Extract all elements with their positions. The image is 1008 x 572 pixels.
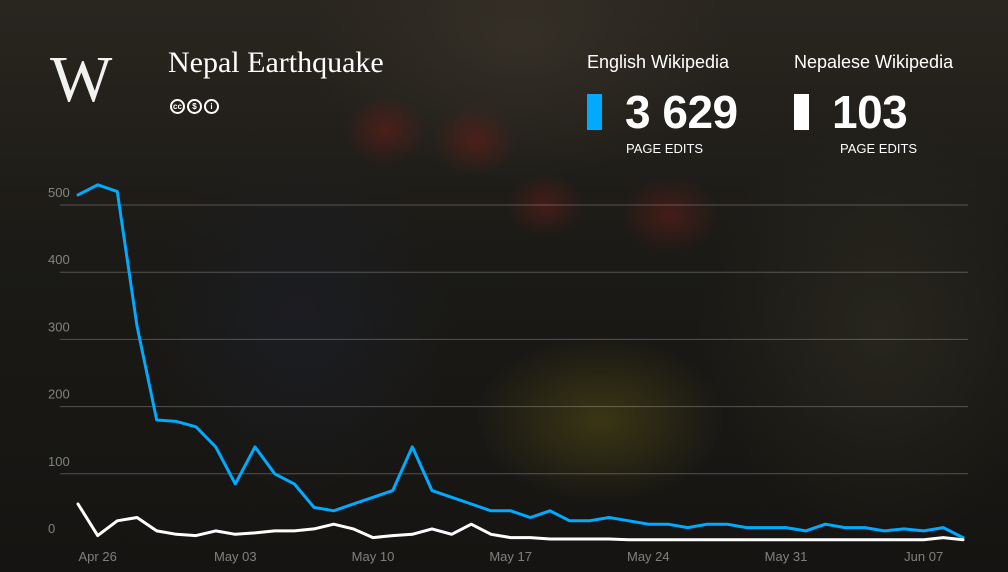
series-line-english xyxy=(76,183,965,540)
y-tick-label: 300 xyxy=(48,319,70,334)
x-tick-label: Apr 26 xyxy=(79,549,117,564)
y-tick-label: 400 xyxy=(48,252,70,267)
line-chart: 0 100 200 300 400 500 Apr 26 May 03 May 10 May 1… xyxy=(48,183,968,564)
x-tick-label: May 24 xyxy=(627,549,670,564)
x-axis-ticks: Apr 26 May 03 May 10 May 17 May 24 May 31 Jun … xyxy=(79,549,944,564)
x-tick-label: May 03 xyxy=(214,549,257,564)
y-tick-label: 500 xyxy=(48,185,70,200)
x-tick-label: May 17 xyxy=(489,549,532,564)
y-tick-label: 100 xyxy=(48,454,70,469)
x-tick-label: May 10 xyxy=(352,549,395,564)
x-tick-label: May 31 xyxy=(765,549,808,564)
chart-series xyxy=(76,183,965,542)
y-tick-label: 0 xyxy=(48,521,55,536)
y-tick-label: 200 xyxy=(48,387,70,402)
chart-grid xyxy=(60,204,968,475)
x-tick-label: Jun 07 xyxy=(904,549,943,564)
series-line-nepalese xyxy=(76,502,965,542)
y-axis-ticks: 0 100 200 300 400 500 xyxy=(48,185,70,536)
